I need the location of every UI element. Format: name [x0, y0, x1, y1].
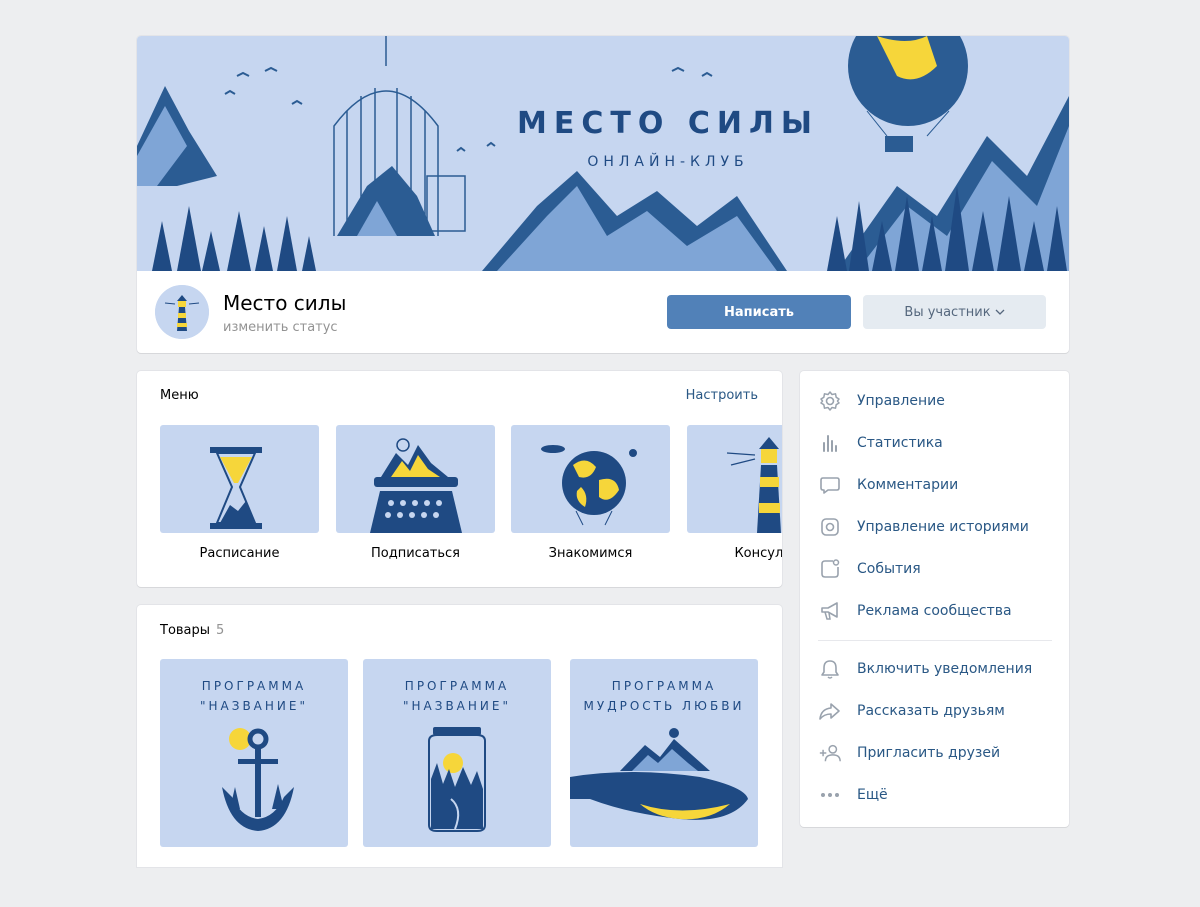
action-label: Пригласить друзей	[857, 745, 1001, 761]
products-title-label: Товары	[160, 623, 211, 638]
cover-image: МЕСТО СИЛЫ ОНЛАЙН-КЛУБ	[137, 36, 1069, 271]
action-label: Включить уведомления	[857, 661, 1033, 677]
menu-item-schedule[interactable]: Расписание	[160, 425, 319, 561]
menu-tiles: Расписание Подписаться Знакомимся Консул	[160, 425, 782, 575]
add-user-icon	[818, 741, 842, 765]
menu-item-image	[160, 425, 319, 533]
menu-title: Меню	[160, 388, 199, 403]
action-events[interactable]: События	[818, 557, 1058, 581]
action-share[interactable]: Рассказать друзьям	[818, 699, 1058, 723]
action-label: Управление историями	[857, 519, 1029, 535]
typewriter-icon	[370, 438, 462, 533]
action-label: Статистика	[857, 435, 943, 451]
change-status-link[interactable]: изменить статус	[223, 320, 338, 335]
lighthouse-icon	[155, 285, 209, 339]
gear-icon	[818, 389, 842, 413]
menu-item-image	[687, 425, 782, 533]
share-icon	[818, 699, 842, 723]
action-label: Реклама сообщества	[857, 603, 1012, 619]
action-statistics[interactable]: Статистика	[818, 431, 1058, 455]
action-label: События	[857, 561, 921, 577]
action-advertising[interactable]: Реклама сообщества	[818, 599, 1058, 623]
menu-item-meet[interactable]: Знакомимся	[511, 425, 670, 561]
megaphone-icon	[818, 599, 842, 623]
action-stories[interactable]: Управление историями	[818, 515, 1058, 539]
action-label: Комментарии	[857, 477, 959, 493]
product-item[interactable]: ПРОГРАММА "НАЗВАНИЕ"	[160, 659, 348, 847]
cover-subtitle: ОНЛАЙН-КЛУБ	[587, 154, 749, 170]
action-label: Ещё	[857, 787, 888, 803]
more-icon	[818, 783, 842, 807]
member-status-button[interactable]: Вы участник	[863, 295, 1046, 329]
group-header-row: Место силы изменить статус Написать Вы у…	[137, 271, 1069, 353]
product-item[interactable]: ПРОГРАММА МУДРОСТЬ ЛЮБВИ	[570, 659, 758, 847]
configure-menu-link[interactable]: Настроить	[686, 388, 758, 403]
action-more[interactable]: Ещё	[818, 783, 1058, 807]
action-invite-friends[interactable]: Пригласить друзей	[818, 741, 1058, 765]
products-card: Товары 5 ПРОГРАММА "НАЗВАНИЕ" ПРОГРАММА "…	[137, 605, 782, 867]
menu-item-image	[511, 425, 670, 533]
menu-item-image	[336, 425, 495, 533]
lighthouse-icon	[726, 437, 781, 533]
hourglass-icon	[210, 447, 262, 529]
event-icon	[818, 557, 842, 581]
menu-card: Меню Настроить Расписание Подписаться Зн…	[137, 371, 782, 587]
products-count: 5	[216, 623, 225, 638]
menu-item-consult[interactable]: Консульт	[687, 425, 782, 561]
whale-icon	[570, 728, 748, 820]
jar-icon	[428, 727, 486, 832]
stories-icon	[818, 515, 842, 539]
action-notifications[interactable]: Включить уведомления	[818, 657, 1058, 681]
menu-item-label: Знакомимся	[548, 546, 633, 561]
actions-divider	[818, 640, 1052, 641]
write-message-button[interactable]: Написать	[667, 295, 851, 329]
bell-icon	[818, 657, 842, 681]
menu-item-label: Консульт	[734, 546, 782, 561]
action-comments[interactable]: Комментарии	[818, 473, 1058, 497]
menu-item-label: Расписание	[199, 546, 280, 561]
products-title[interactable]: Товары 5	[160, 623, 224, 638]
action-manage[interactable]: Управление	[818, 389, 1058, 413]
chevron-down-icon	[995, 309, 1005, 315]
member-button-label: Вы участник	[904, 304, 991, 320]
product-item[interactable]: ПРОГРАММА "НАЗВАНИЕ"	[363, 659, 551, 847]
globe-balloon-icon	[541, 445, 637, 526]
group-avatar[interactable]	[155, 285, 209, 339]
cover-title: МЕСТО СИЛЫ	[517, 106, 819, 141]
community-actions-card: Управление Статистика Комментарии Управл…	[800, 371, 1069, 827]
group-header-card: МЕСТО СИЛЫ ОНЛАЙН-КЛУБ Место силы измени…	[137, 36, 1069, 353]
action-label: Рассказать друзьям	[857, 703, 1005, 719]
action-label: Управление	[857, 393, 945, 409]
anchor-icon	[222, 728, 294, 831]
chart-icon	[818, 431, 842, 455]
comment-icon	[818, 473, 842, 497]
menu-item-subscribe[interactable]: Подписаться	[336, 425, 495, 561]
group-name: Место силы	[223, 291, 347, 315]
menu-item-label: Подписаться	[371, 546, 460, 561]
